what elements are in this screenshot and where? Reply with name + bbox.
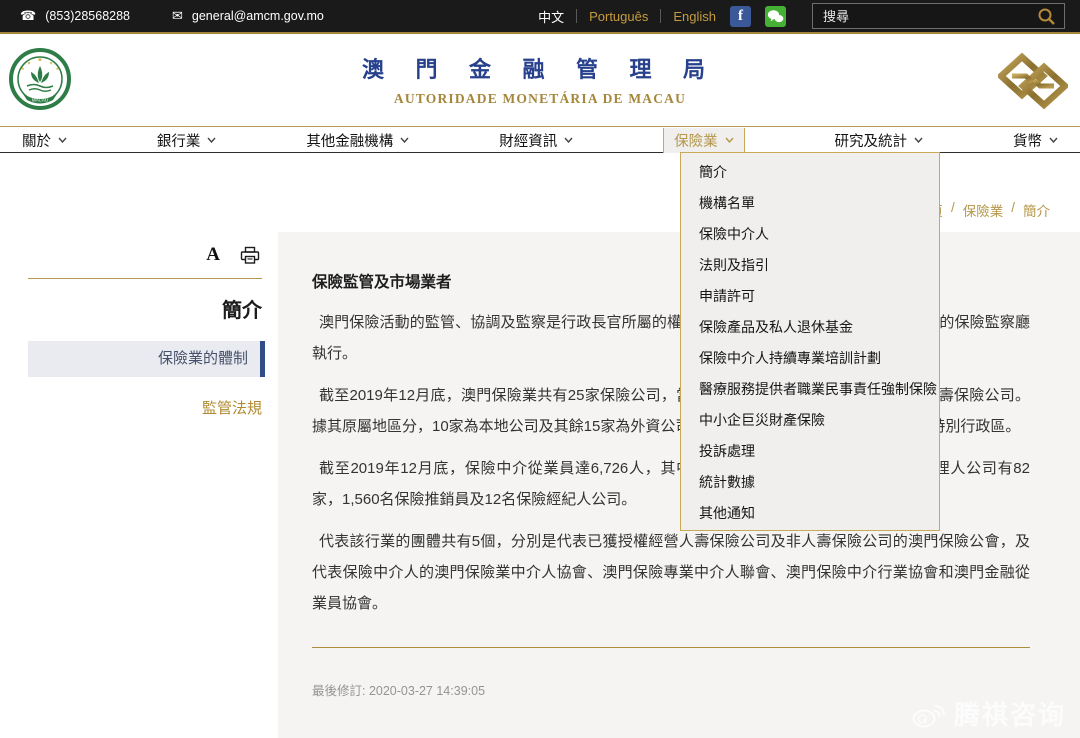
search-box bbox=[812, 3, 1065, 29]
paragraph-4: 代表該行業的團體共有5個，分別是代表已獲授權經營人壽保險公司及非人壽保險公司的澳… bbox=[312, 526, 1030, 619]
wechat-bubbles-icon bbox=[767, 9, 784, 24]
topbar-tools: 中文 Português English f bbox=[538, 3, 1065, 29]
phone-icon: ☎ bbox=[20, 8, 36, 24]
email-item: ✉ general@amcm.gov.mo bbox=[172, 8, 324, 24]
site-title-portuguese: AUTORIDADE MONETÁRIA DE MACAU bbox=[0, 91, 1080, 107]
dropdown-item-insurance-intermediaries[interactable]: 保險中介人 bbox=[681, 219, 939, 250]
dropdown-item-introduction[interactable]: 簡介 bbox=[681, 157, 939, 188]
topbar-contact: ☎ (853)28568288 ✉ general@amcm.gov.mo bbox=[20, 8, 366, 24]
dropdown-item-institution-list[interactable]: 機構名單 bbox=[681, 188, 939, 219]
chevron-down-icon bbox=[400, 137, 409, 143]
lang-portuguese[interactable]: Português bbox=[589, 9, 648, 24]
search-icon[interactable] bbox=[1037, 7, 1056, 26]
content-inner: 保險監管及市場業者 澳門保險活動的監管、協調及監察是行政長官所屬的權限，該等權限… bbox=[278, 232, 1080, 699]
watermark-text: 腾祺咨询 bbox=[954, 695, 1066, 732]
facebook-icon[interactable]: f bbox=[730, 6, 751, 27]
dropdown-item-statistics[interactable]: 統計數據 bbox=[681, 467, 939, 498]
wechat-icon[interactable] bbox=[765, 6, 786, 27]
nav-currency[interactable]: 貨幣 bbox=[1013, 128, 1058, 153]
breadcrumb-separator: / bbox=[1011, 200, 1015, 220]
phone-item: ☎ (853)28568288 bbox=[20, 8, 130, 24]
lang-chinese[interactable]: 中文 bbox=[538, 7, 564, 26]
nav-research-statistics[interactable]: 研究及統計 bbox=[835, 128, 924, 153]
nav-other-financial-institutions[interactable]: 其他金融機構 bbox=[306, 128, 409, 153]
nav-label: 其他金融機構 bbox=[306, 130, 393, 151]
chevron-down-icon bbox=[1049, 137, 1058, 143]
chevron-down-icon bbox=[564, 137, 573, 143]
dropdown-item-sme-catastrophe-insurance[interactable]: 中小企巨災財產保險 bbox=[681, 405, 939, 436]
topbar: ☎ (853)28568288 ✉ general@amcm.gov.mo 中文… bbox=[0, 0, 1080, 34]
amcm-diamond-logo[interactable] bbox=[998, 52, 1068, 110]
font-size-button[interactable]: A bbox=[206, 244, 220, 266]
breadcrumb-current: 簡介 bbox=[1023, 200, 1050, 220]
email-icon: ✉ bbox=[172, 8, 183, 24]
breadcrumb-separator: / bbox=[951, 200, 955, 220]
chevron-down-icon bbox=[58, 137, 67, 143]
sidebar-heading: 簡介 bbox=[222, 294, 262, 323]
site-header: ★ ★ ★ ★ ★ MACAU 澳 門 金 融 管 理 局 AUTORIDADE… bbox=[0, 36, 1080, 127]
site-title-block: 澳 門 金 融 管 理 局 AUTORIDADE MONETÁRIA DE MA… bbox=[0, 52, 1080, 107]
dropdown-item-other-notices[interactable]: 其他通知 bbox=[681, 498, 939, 529]
nav-label: 保險業 bbox=[674, 130, 718, 151]
main-content: 保險監管及市場業者 澳門保險活動的監管、協調及監察是行政長官所屬的權限，該等權限… bbox=[278, 232, 1080, 738]
dropdown-item-products-pension-funds[interactable]: 保險產品及私人退休基金 bbox=[681, 312, 939, 343]
search-input[interactable] bbox=[813, 9, 1037, 24]
nav-label: 研究及統計 bbox=[835, 130, 908, 151]
divider bbox=[576, 9, 577, 23]
nav-label: 關於 bbox=[22, 130, 51, 151]
content-divider bbox=[312, 647, 1030, 648]
watermark: 腾祺咨询 bbox=[911, 695, 1066, 732]
sidebar-item-regulations[interactable]: 監管法規 bbox=[202, 397, 262, 418]
nav-banking[interactable]: 銀行業 bbox=[157, 128, 217, 153]
dropdown-item-rules-guidelines[interactable]: 法則及指引 bbox=[681, 250, 939, 281]
nav-label: 銀行業 bbox=[157, 130, 201, 151]
main-nav: 關於 銀行業 其他金融機構 財經資訊 保險業 研究及統計 貨幣 bbox=[0, 128, 1080, 153]
chevron-down-icon bbox=[914, 137, 923, 143]
nav-financial-info[interactable]: 財經資訊 bbox=[499, 128, 573, 153]
lang-english[interactable]: English bbox=[673, 9, 716, 24]
page: ☎ (853)28568288 ✉ general@amcm.gov.mo 中文… bbox=[0, 0, 1080, 738]
sidebar-item-insurance-system[interactable]: 保險業的體制 bbox=[28, 341, 265, 377]
nav-insurance[interactable]: 保險業 bbox=[663, 128, 745, 153]
nav-label: 貨幣 bbox=[1013, 130, 1042, 151]
print-icon[interactable] bbox=[240, 246, 260, 265]
dropdown-item-application-licensing[interactable]: 申請許可 bbox=[681, 281, 939, 312]
nav-label: 財經資訊 bbox=[499, 130, 557, 151]
email-link[interactable]: general@amcm.gov.mo bbox=[192, 9, 324, 23]
dropdown-item-medical-liability-insurance[interactable]: 醫療服務提供者職業民事責任強制保險 bbox=[681, 374, 939, 405]
breadcrumb-section[interactable]: 保險業 bbox=[963, 200, 1004, 220]
dropdown-item-cpd-programme[interactable]: 保險中介人持續專業培訓計劃 bbox=[681, 343, 939, 374]
chevron-down-icon bbox=[207, 137, 216, 143]
phone-number[interactable]: (853)28568288 bbox=[45, 9, 130, 23]
sidebar-tools: A bbox=[206, 244, 260, 266]
dropdown-item-complaints[interactable]: 投訴處理 bbox=[681, 436, 939, 467]
weibo-icon bbox=[911, 699, 947, 729]
nav-about[interactable]: 關於 bbox=[22, 128, 67, 153]
chevron-down-icon bbox=[725, 137, 734, 143]
site-title-chinese[interactable]: 澳 門 金 融 管 理 局 bbox=[0, 52, 1080, 84]
insurance-dropdown-menu: 簡介 機構名單 保險中介人 法則及指引 申請許可 保險產品及私人退休基金 保險中… bbox=[680, 152, 940, 531]
divider bbox=[660, 9, 661, 23]
sidebar-divider bbox=[28, 278, 262, 279]
sidebar: A 簡介 保險業的體制 監管法規 bbox=[0, 232, 278, 738]
